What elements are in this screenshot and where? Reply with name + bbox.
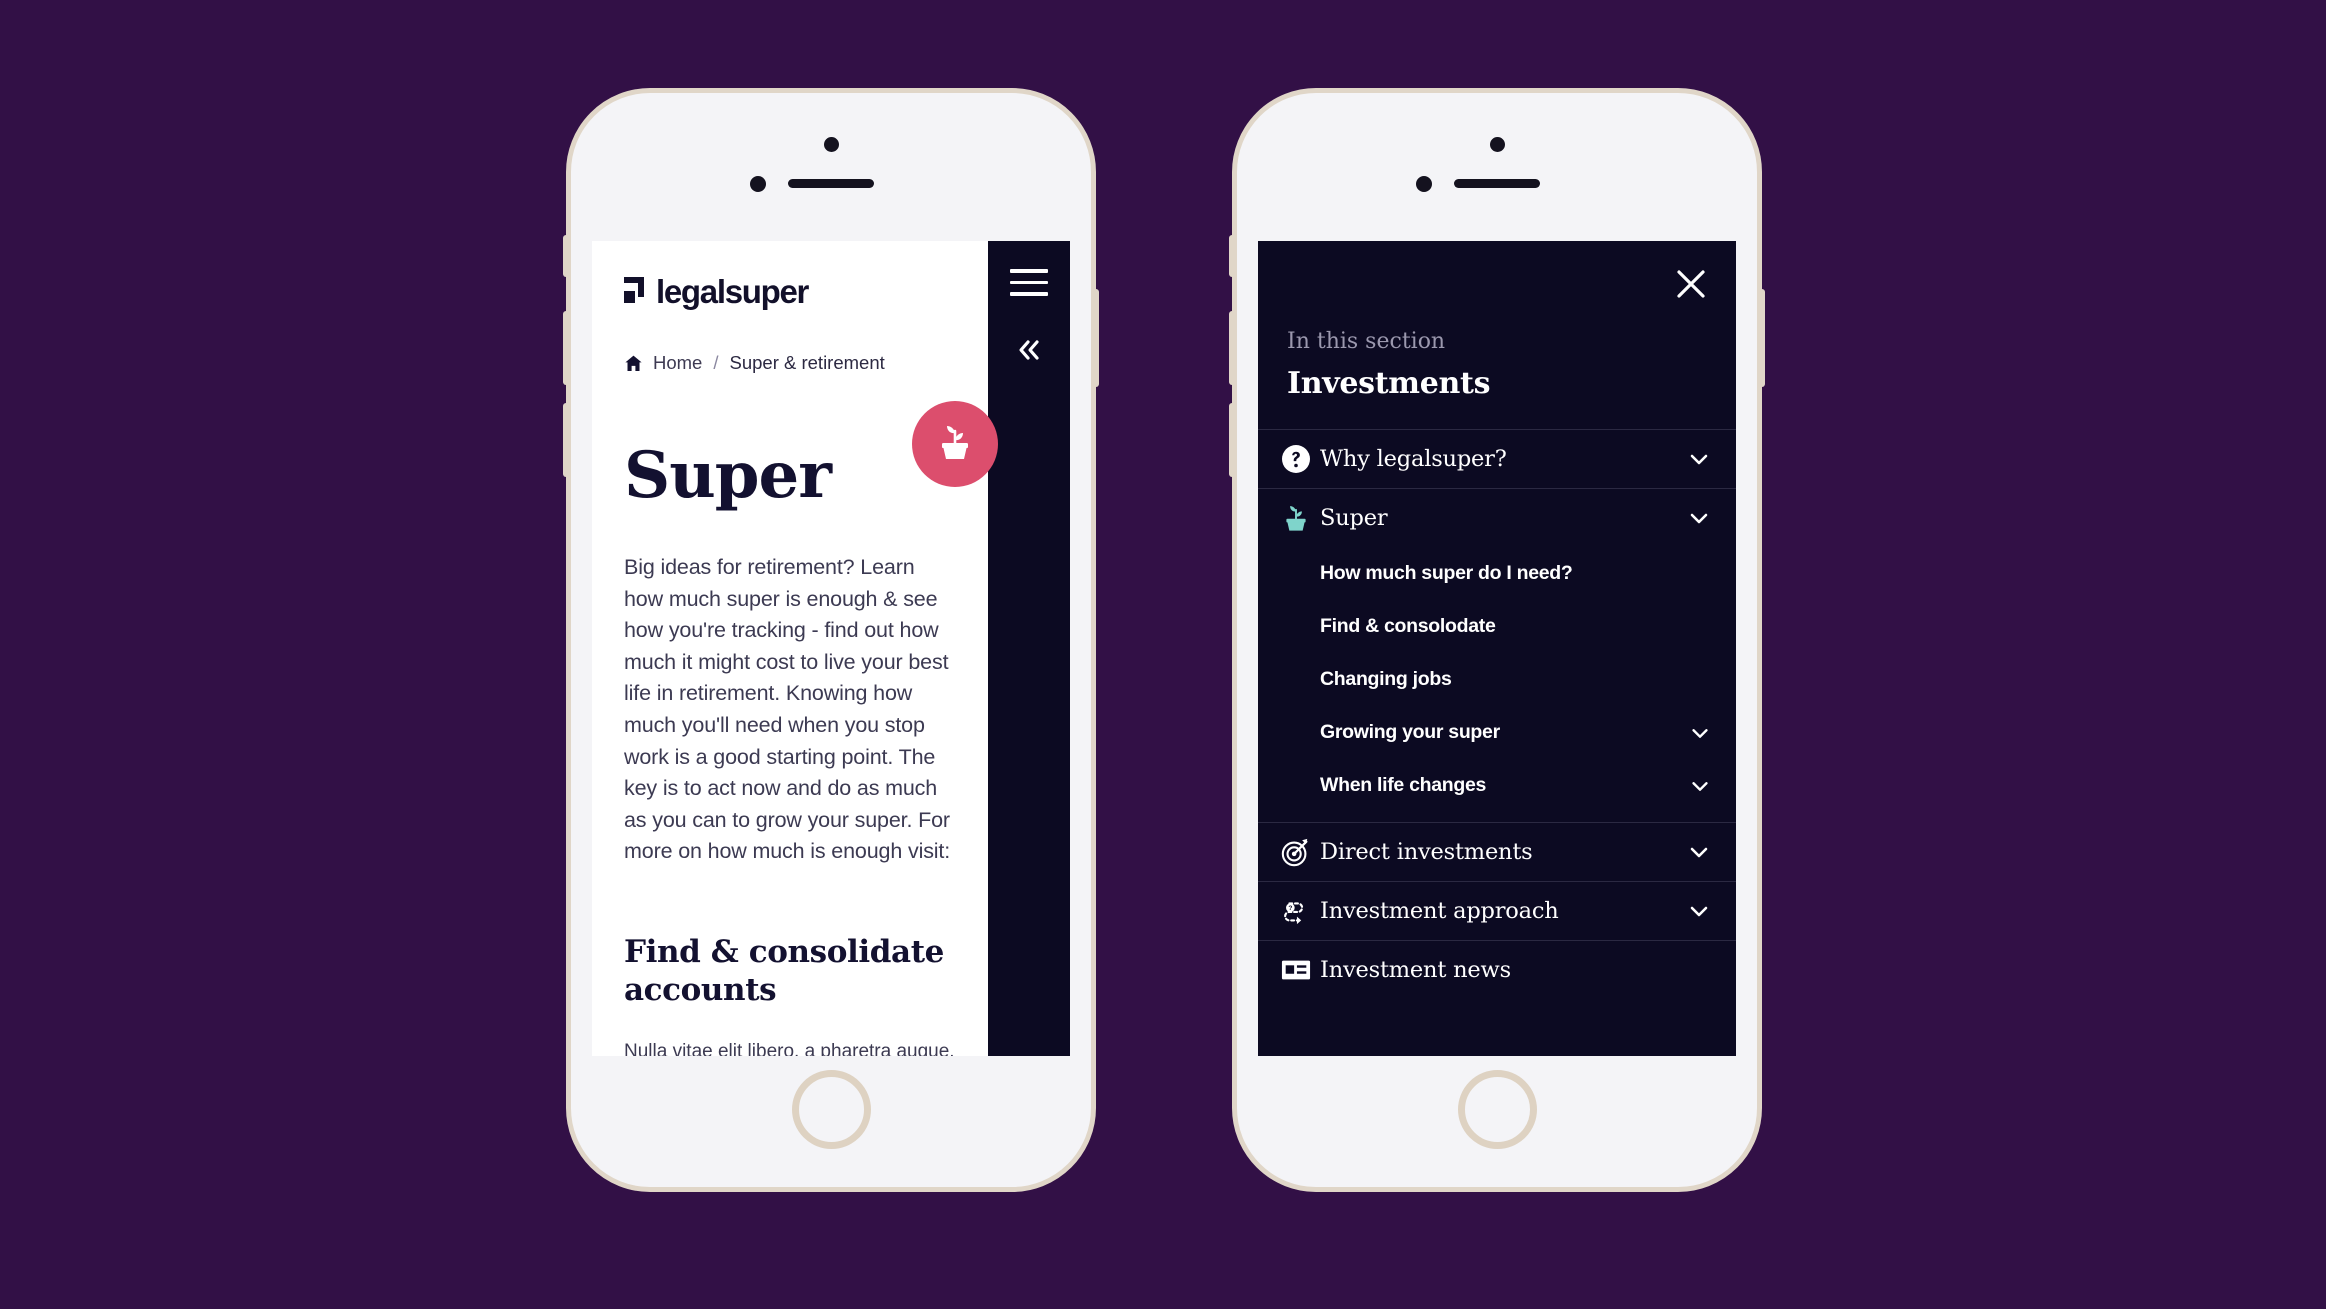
phone-mute-switch <box>1229 235 1235 277</box>
nav-subitem-label: Growing your super <box>1320 721 1500 744</box>
proximity-sensor-icon <box>1416 176 1432 192</box>
chevron-down-icon[interactable] <box>1686 839 1712 865</box>
home-icon[interactable] <box>624 354 643 373</box>
page-title: Super <box>624 438 832 513</box>
nav-subitem-label: Changing jobs <box>1320 668 1452 691</box>
canvas-background: legalsuper Home / Super & retirement Sup… <box>0 0 2326 1309</box>
article-column: legalsuper Home / Super & retirement Sup… <box>592 241 988 1056</box>
process-question-icon: ? <box>1272 895 1320 927</box>
nav-item-label: Investment news <box>1320 957 1511 984</box>
nav-item-label: Super <box>1320 505 1388 532</box>
nav-item-label: Why legalsuper? <box>1320 446 1507 473</box>
webpage-right: legalsuper Home / Super & retirement Sup… <box>1258 241 1736 1056</box>
nav-item-direct-investments[interactable]: Direct investments <box>1258 823 1736 881</box>
webpage-left: legalsuper Home / Super & retirement Sup… <box>592 241 1070 1056</box>
nav-group-investment-approach: ? Investment approach <box>1258 881 1736 940</box>
site-logo[interactable]: legalsuper <box>624 241 956 311</box>
nav-item-investment-news[interactable]: Investment news <box>1258 941 1736 999</box>
breadcrumb-home-link[interactable]: Home <box>653 352 702 374</box>
nav-item-label: Investment approach <box>1320 898 1559 925</box>
chevron-down-icon[interactable] <box>1688 721 1712 745</box>
chevron-down-icon[interactable] <box>1686 446 1712 472</box>
earpiece-speaker <box>788 179 874 188</box>
nav-subitem-label: How much super do I need? <box>1320 562 1573 585</box>
target-arrow-icon <box>1272 836 1320 868</box>
potted-plant-icon <box>934 419 976 470</box>
plant-badge[interactable] <box>912 401 998 487</box>
nav-subitem-list: How much super do I need? Find & consolo… <box>1258 547 1736 822</box>
close-icon[interactable] <box>1673 266 1709 302</box>
nav-group-direct-investments: Direct investments <box>1258 822 1736 881</box>
svg-text:?: ? <box>1288 905 1292 912</box>
phone-power-button <box>1759 289 1765 387</box>
nav-subitem-how-much-super[interactable]: How much super do I need? <box>1258 547 1736 600</box>
breadcrumb-separator: / <box>713 352 719 373</box>
phone-volume-down-button <box>1229 403 1235 477</box>
nav-item-super[interactable]: Super <box>1258 489 1736 547</box>
nav-group-investment-news: Investment news <box>1258 940 1736 999</box>
phone-mockup-left: legalsuper Home / Super & retirement Sup… <box>563 88 1099 1192</box>
nav-panel-item-list: Why legalsuper? Super How much super do … <box>1258 429 1736 1056</box>
news-article-icon <box>1272 958 1320 982</box>
phone-mute-switch <box>563 235 569 277</box>
nav-subitem-growing-your-super[interactable]: Growing your super <box>1258 706 1736 759</box>
phone-screen-right: legalsuper Home / Super & retirement Sup… <box>1258 241 1736 1056</box>
home-button[interactable] <box>1458 1070 1537 1149</box>
nav-panel-eyebrow: In this section <box>1287 329 1446 354</box>
nav-item-investment-approach[interactable]: ? Investment approach <box>1258 882 1736 940</box>
nav-item-why-legalsuper[interactable]: Why legalsuper? <box>1258 430 1736 488</box>
nav-panel-heading: Investments <box>1287 366 1491 402</box>
earpiece-speaker <box>1454 179 1540 188</box>
legalsuper-mark-icon <box>624 276 650 308</box>
breadcrumb-current[interactable]: Super & retirement <box>730 352 885 374</box>
nav-subitem-changing-jobs[interactable]: Changing jobs <box>1258 653 1736 706</box>
nav-group-why-legalsuper: Why legalsuper? <box>1258 429 1736 488</box>
section-nav-panel: In this section Investments Why legalsup… <box>1258 241 1736 1056</box>
question-circle-icon <box>1272 444 1320 474</box>
chevron-down-icon[interactable] <box>1686 505 1712 531</box>
phone-screen-left: legalsuper Home / Super & retirement Sup… <box>592 241 1070 1056</box>
home-button[interactable] <box>792 1070 871 1149</box>
nav-group-super: Super How much super do I need? Find & c… <box>1258 488 1736 822</box>
breadcrumb: Home / Super & retirement <box>624 352 956 374</box>
chevron-down-icon[interactable] <box>1688 774 1712 798</box>
phone-power-button <box>1093 289 1099 387</box>
proximity-sensor-icon <box>750 176 766 192</box>
hamburger-menu-icon[interactable] <box>1010 269 1048 296</box>
double-chevron-left-icon[interactable] <box>1012 335 1046 365</box>
nav-panel-header: In this section Investments <box>1258 329 1736 402</box>
nav-subitem-find-consolidate[interactable]: Find & consolodate <box>1258 600 1736 653</box>
article-section-body: Nulla vitae elit libero, a pharetra augu… <box>624 1040 955 1056</box>
nav-subitem-when-life-changes[interactable]: When life changes <box>1258 759 1736 812</box>
phone-volume-down-button <box>563 403 569 477</box>
phone-volume-up-button <box>1229 311 1235 385</box>
nav-subitem-label: When life changes <box>1320 774 1487 797</box>
chevron-down-icon[interactable] <box>1686 898 1712 924</box>
front-camera-icon <box>1490 137 1505 152</box>
article-section-heading: Find & consolidate accounts <box>624 933 944 1008</box>
phone-volume-up-button <box>563 311 569 385</box>
potted-plant-icon <box>1272 501 1320 535</box>
nav-item-label: Direct investments <box>1320 839 1533 866</box>
nav-subitem-label: Find & consolodate <box>1320 615 1496 638</box>
phone-mockup-right: legalsuper Home / Super & retirement Sup… <box>1229 88 1765 1192</box>
site-logo-text: legalsuper <box>656 273 809 310</box>
side-nav-rail <box>988 241 1070 1056</box>
article-lead-paragraph: Big ideas for retirement? Learn how much… <box>624 555 951 864</box>
front-camera-icon <box>824 137 839 152</box>
